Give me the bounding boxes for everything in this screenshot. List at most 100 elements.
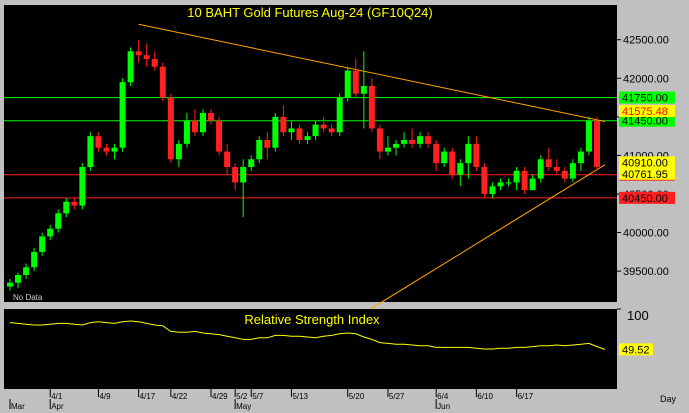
candle-body: [23, 267, 30, 275]
x-axis-day-label: Day: [660, 394, 677, 404]
candle-body: [497, 182, 504, 187]
candle-body: [95, 136, 102, 148]
month-label: Mar: [11, 402, 25, 411]
candle-body: [594, 120, 600, 167]
candle-body: [417, 136, 424, 144]
candle-body: [441, 151, 448, 164]
candle-body: [15, 275, 22, 283]
candle-body: [55, 213, 62, 229]
candle-body: [569, 163, 576, 179]
candle-body: [537, 159, 544, 179]
candle-body: [425, 136, 432, 144]
candle-body: [384, 147, 391, 152]
candle-body: [216, 120, 223, 152]
x-tick-label: 6/10: [477, 392, 493, 401]
price-label: 41575.48: [622, 106, 668, 118]
candle-body: [280, 116, 287, 133]
no-data-watermark: No Data: [13, 293, 43, 302]
price-plot-area: [4, 5, 617, 302]
candle-body: [553, 167, 560, 171]
candle-body: [473, 143, 480, 167]
x-tick-label: 5/13: [292, 392, 308, 401]
x-tick-label: 4/29: [212, 392, 228, 401]
x-tick-label: 4/17: [140, 392, 156, 401]
candle-body: [577, 151, 584, 164]
candle-body: [360, 86, 367, 94]
candle-body: [63, 201, 70, 214]
candle-body: [264, 140, 271, 148]
candle-body: [392, 143, 399, 148]
candle-body: [376, 128, 383, 152]
x-tick-label: 5/7: [252, 392, 264, 401]
candle-body: [368, 86, 375, 129]
candle-body: [344, 70, 351, 98]
candle-body: [79, 167, 86, 206]
candle-body: [159, 66, 166, 98]
candle-body: [481, 167, 488, 194]
month-label: Jun: [437, 402, 450, 411]
candle-body: [312, 124, 319, 137]
candle-body: [272, 116, 279, 148]
candle-body: [352, 70, 359, 94]
candle-body: [167, 97, 174, 160]
candle-body: [119, 82, 126, 148]
x-tick-label: 5/27: [389, 392, 405, 401]
level-label: 41750.00: [622, 93, 668, 105]
candle-body: [320, 124, 327, 129]
candle-body: [240, 167, 247, 183]
candle-body: [513, 170, 520, 183]
candle-body: [304, 136, 311, 140]
candle-body: [71, 201, 78, 206]
candle-body: [199, 113, 206, 133]
candle-body: [545, 159, 552, 167]
x-tick-label: 5/20: [349, 392, 365, 401]
candle-body: [465, 143, 472, 164]
candle-body: [401, 140, 408, 144]
price-label: 40910.00: [622, 157, 668, 169]
candle-body: [111, 147, 118, 152]
candle-body: [585, 120, 592, 152]
candle-body: [103, 147, 110, 152]
candle-body: [151, 59, 158, 67]
candle-body: [296, 128, 303, 140]
x-tick-label: 4/9: [99, 392, 111, 401]
candle-body: [224, 151, 231, 167]
candle-body: [521, 170, 528, 191]
candle-body: [248, 159, 255, 167]
candle-body: [505, 182, 512, 184]
gold-futures-chart: 42500.0042000.0041500.0041000.0040500.00…: [0, 0, 689, 413]
candle-body: [232, 167, 239, 183]
candle-body: [489, 186, 496, 194]
x-tick-label: 6/4: [437, 392, 449, 401]
candle-body: [256, 140, 263, 160]
candle-body: [47, 228, 54, 237]
candle-body: [31, 251, 38, 268]
price-label: 40761.95: [622, 169, 668, 181]
chart-title: 10 BAHT Gold Futures Aug-24 (GF10Q24): [187, 5, 432, 20]
y-tick-label: 42000.00: [623, 73, 669, 85]
y-tick-label: 39500.00: [623, 266, 669, 278]
candle-body: [39, 236, 46, 252]
candle-body: [87, 136, 94, 167]
candle-body: [183, 120, 190, 144]
candle-body: [135, 51, 142, 56]
x-tick-label: 4/1: [51, 392, 63, 401]
candle-body: [127, 51, 134, 83]
x-tick-label: 5/2: [236, 392, 248, 401]
level-label: 40450.00: [622, 193, 668, 205]
candle-body: [191, 120, 198, 133]
candle-body: [336, 97, 343, 133]
candle-body: [208, 113, 215, 121]
candle-body: [529, 178, 536, 191]
rsi-tick-label: 100: [627, 308, 649, 323]
candle-body: [328, 128, 335, 133]
rsi-value-label: 49.52: [622, 344, 650, 356]
x-tick-label: 6/17: [518, 392, 534, 401]
candle-body: [409, 140, 416, 144]
x-tick-label: 4/22: [172, 392, 188, 401]
y-tick-label: 42500.00: [623, 35, 669, 47]
rsi-title: Relative Strength Index: [244, 312, 380, 327]
price-panel: 42500.0042000.0041500.0041000.0040500.00…: [4, 5, 675, 334]
candle-body: [143, 55, 150, 59]
month-label: May: [236, 402, 251, 411]
